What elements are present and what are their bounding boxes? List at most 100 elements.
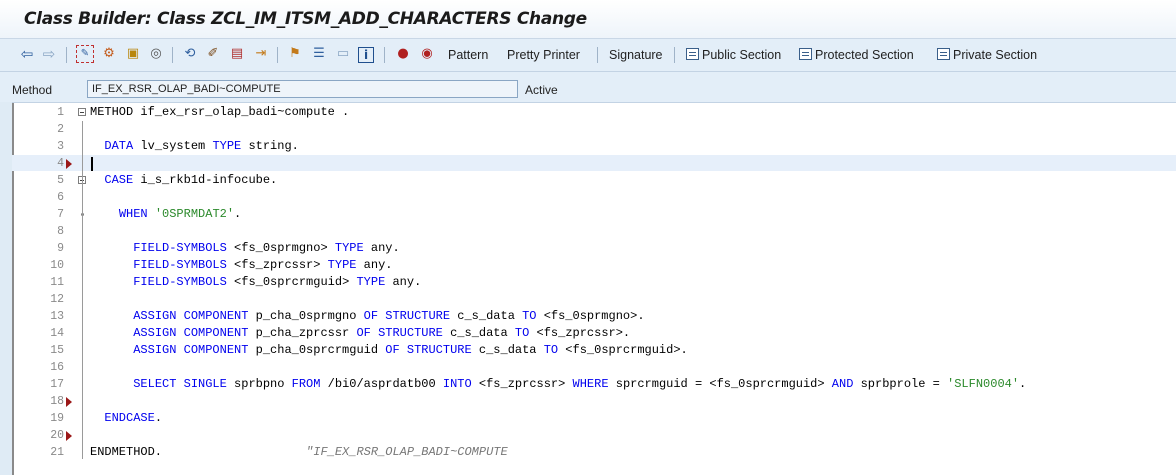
toolbar-separator xyxy=(66,47,67,63)
code-token: <fs_0sprmgno> xyxy=(226,241,335,255)
breakpoint-icon[interactable]: ● xyxy=(394,45,412,63)
session-breakpoint-icon[interactable]: ◉ xyxy=(418,45,436,63)
code-line[interactable]: 12 xyxy=(12,291,1176,308)
code-line[interactable]: 7 WHEN '0SPRMDAT2'. xyxy=(12,206,1176,223)
line-number: 20 xyxy=(50,429,64,442)
fold-toggle-icon[interactable] xyxy=(78,108,86,116)
code-text: ENDCASE. xyxy=(90,410,162,427)
code-token: /bi0/asprdatb00 xyxy=(320,377,443,391)
keyword-token: TYPE xyxy=(212,139,242,153)
code-token: sprbprole = xyxy=(853,377,948,391)
activate-icon[interactable]: ▣ xyxy=(124,45,142,63)
code-token: lv_system xyxy=(133,139,213,153)
code-line[interactable]: 2 xyxy=(12,121,1176,138)
code-token: string. xyxy=(241,139,299,153)
protected-section-label: Protected Section xyxy=(815,48,914,62)
display-change-icon[interactable]: ✎ xyxy=(76,45,94,63)
method-name-field[interactable]: IF_EX_RSR_OLAP_BADI~COMPUTE xyxy=(87,80,518,98)
keyword-token: AND xyxy=(831,377,854,391)
code-line[interactable]: 13 ASSIGN COMPONENT p_cha_0sprmgno OF ST… xyxy=(12,308,1176,325)
indent-icon[interactable]: ☰ xyxy=(310,45,328,63)
code-line[interactable]: 8 xyxy=(12,223,1176,240)
breakpoint-marker-icon[interactable] xyxy=(66,159,72,169)
code-text: FIELD-SYMBOLS <fs_0sprmgno> TYPE any. xyxy=(90,240,399,257)
code-line[interactable]: 20 xyxy=(12,427,1176,444)
code-line[interactable]: 5 CASE i_s_rkb1d-infocube. xyxy=(12,172,1176,189)
keyword-token: OF STRUCTURE xyxy=(356,326,443,340)
code-token: c_s_data xyxy=(442,326,515,340)
keyword-token: ASSIGN COMPONENT xyxy=(133,343,249,357)
code-text: METHOD if_ex_rsr_olap_badi~compute . xyxy=(90,104,349,121)
toolbar-separator xyxy=(674,47,675,63)
code-text: ENDMETHOD. "IF_EX_RSR_OLAP_BADI~COMPUTE xyxy=(90,444,508,461)
pretty-printer-button[interactable]: Pretty Printer xyxy=(507,47,580,63)
code-token: any. xyxy=(356,258,393,272)
keyword-token: DATA xyxy=(104,139,134,153)
keyword-token: TO xyxy=(543,343,559,357)
navigate-icon[interactable]: ⇥ xyxy=(252,45,270,63)
breakpoint-marker-icon[interactable] xyxy=(66,397,72,407)
code-line[interactable]: 18 xyxy=(12,393,1176,410)
code-line[interactable]: 19 ENDCASE. xyxy=(12,410,1176,427)
frame-icon[interactable]: ▭ xyxy=(334,45,352,63)
code-token: <fs_zprcssr> xyxy=(226,258,328,272)
check-icon[interactable]: ◎ xyxy=(147,45,165,63)
code-line[interactable]: 21 ENDMETHOD. "IF_EX_RSR_OLAP_BADI~COMPUT… xyxy=(12,444,1176,461)
code-line[interactable]: 4 xyxy=(12,155,1176,172)
code-token: i_s_rkb1d-infocube. xyxy=(133,173,278,187)
code-line[interactable]: 9 FIELD-SYMBOLS <fs_0sprmgno> TYPE any. xyxy=(12,240,1176,257)
code-text: ASSIGN COMPONENT p_cha_zprcssr OF STRUCT… xyxy=(90,325,630,342)
code-line[interactable]: 1 METHOD if_ex_rsr_olap_badi~compute . xyxy=(12,104,1176,121)
line-number: 12 xyxy=(50,293,64,306)
abap-code-editor[interactable]: 1 METHOD if_ex_rsr_olap_badi~compute . 2 3 … xyxy=(12,102,1176,475)
code-line[interactable]: 15 ASSIGN COMPONENT p_cha_0sprcrmguid OF… xyxy=(12,342,1176,359)
code-line[interactable]: 14 ASSIGN COMPONENT p_cha_zprcssr OF STR… xyxy=(12,325,1176,342)
code-line[interactable]: 6 xyxy=(12,189,1176,206)
line-number: 5 xyxy=(57,174,64,187)
where-used-icon[interactable]: ⟲ xyxy=(181,45,199,63)
line-number: 6 xyxy=(57,191,64,204)
line-number: 2 xyxy=(57,123,64,136)
code-line[interactable]: 16 xyxy=(12,359,1176,376)
code-text: WHEN '0SPRMDAT2'. xyxy=(90,206,241,223)
signature-button[interactable]: Signature xyxy=(609,47,663,63)
code-token: sprcrmguid = <fs_0sprcrmguid> xyxy=(608,377,832,391)
private-section-button[interactable]: Private Section xyxy=(937,47,1037,63)
text-cursor xyxy=(91,157,93,171)
protected-section-button[interactable]: Protected Section xyxy=(799,47,914,63)
code-token: <fs_0sprmgno>. xyxy=(536,309,645,323)
back-arrow-icon[interactable]: ⇦ xyxy=(18,45,36,63)
keyword-token: TYPE xyxy=(356,275,386,289)
keyword-token: WHEN xyxy=(118,207,148,221)
display-object-list-icon[interactable]: ▤ xyxy=(228,45,246,63)
breakpoint-marker-icon[interactable] xyxy=(66,431,72,441)
edit-icon[interactable]: ✐ xyxy=(204,45,222,63)
comment-token: "IF_EX_RSR_OLAP_BADI~COMPUTE xyxy=(306,445,508,459)
other-object-icon[interactable]: ⚙ xyxy=(100,45,118,63)
forward-arrow-icon[interactable]: ⇨ xyxy=(40,45,58,63)
keyword-token: FIELD-SYMBOLS xyxy=(133,275,227,289)
line-number: 10 xyxy=(50,259,64,272)
code-line[interactable]: 3 DATA lv_system TYPE string. xyxy=(12,138,1176,155)
application-toolbar: ⇦ ⇨ ✎ ⚙ ▣ ◎ ⟲ ✐ ▤ ⇥ ⚑ ☰ ▭ i ● ◉ Pattern … xyxy=(0,39,1176,72)
code-text: DATA lv_system TYPE string. xyxy=(90,138,299,155)
hierarchy-icon[interactable]: ⚑ xyxy=(286,45,304,63)
code-token: <fs_zprcssr>. xyxy=(529,326,631,340)
line-number: 4 xyxy=(57,157,64,170)
keyword-token: INTO xyxy=(442,377,472,391)
code-line[interactable]: 10 FIELD-SYMBOLS <fs_zprcssr> TYPE any. xyxy=(12,257,1176,274)
info-icon[interactable]: i xyxy=(358,47,374,63)
method-row: Method IF_EX_RSR_OLAP_BADI~COMPUTE Activ… xyxy=(0,72,1176,102)
code-token: sprbpno xyxy=(226,377,292,391)
code-token: . xyxy=(154,411,163,425)
code-line[interactable]: 11 FIELD-SYMBOLS <fs_0sprcrmguid> TYPE a… xyxy=(12,274,1176,291)
public-section-button[interactable]: Public Section xyxy=(686,47,781,63)
pattern-button[interactable]: Pattern xyxy=(448,47,488,63)
code-line[interactable]: 17 SELECT SINGLE sprbpno FROM /bi0/asprd… xyxy=(12,376,1176,393)
keyword-token: ENDCASE xyxy=(104,411,155,425)
